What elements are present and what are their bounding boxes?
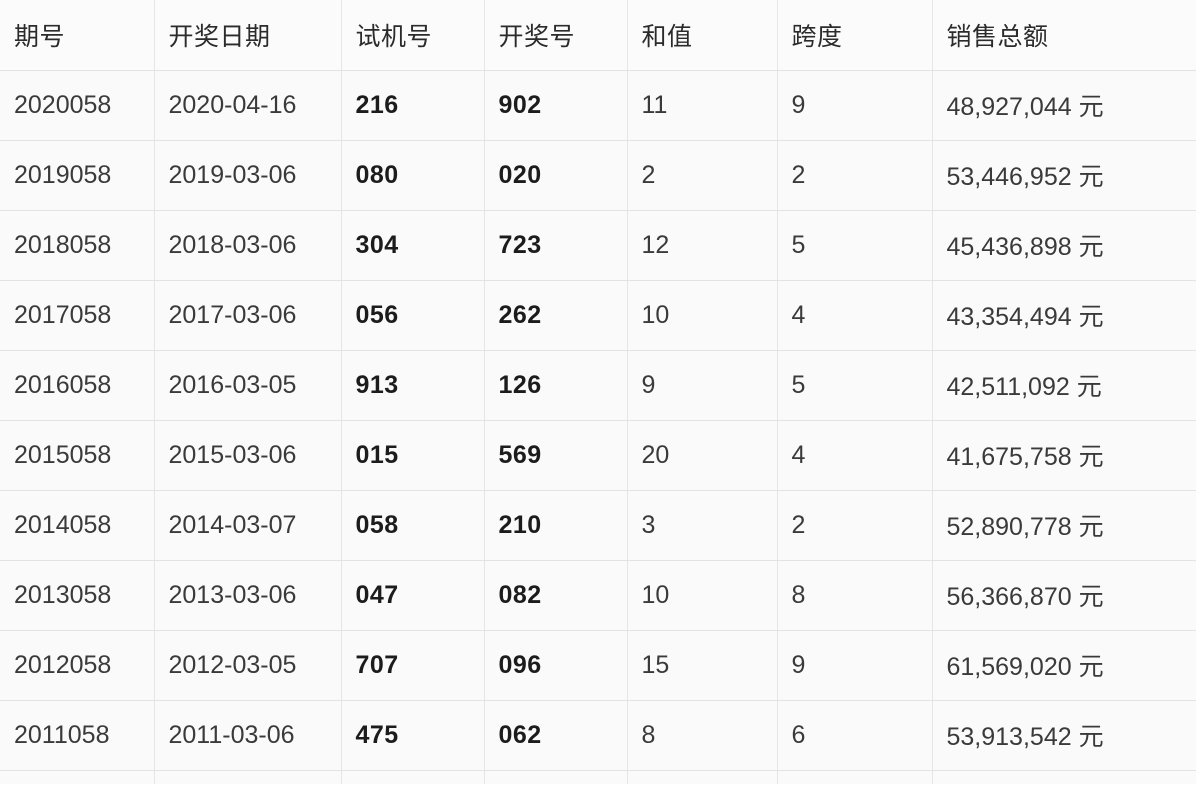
cell-test: 475	[341, 700, 485, 771]
table-row-partial-clipped[interactable]	[0, 770, 1196, 784]
cell-draw: 262	[484, 280, 628, 351]
cell-sum: 10	[627, 280, 778, 351]
cell-sum: 12	[627, 210, 778, 281]
cell-draw: 062	[484, 700, 628, 771]
cell-issue: 2015058	[0, 420, 155, 491]
cell-sales: 61,569,020 元	[932, 630, 1196, 701]
cell-date: 2020-04-16	[154, 70, 342, 141]
cell-draw: 096	[484, 630, 628, 701]
table-header: 期号 开奖日期 试机号 开奖号 和值 跨度 销售总额	[0, 0, 1196, 71]
cell-issue: 2017058	[0, 280, 155, 351]
column-header-test[interactable]: 试机号	[341, 0, 485, 71]
cell-issue	[0, 770, 155, 784]
cell-test: 047	[341, 560, 485, 631]
cell-test: 304	[341, 210, 485, 281]
table-row[interactable]: 2011058 2011-03-06 475 062 8 6 53,913,54…	[0, 700, 1196, 771]
table-row[interactable]: 2019058 2019-03-06 080 020 2 2 53,446,95…	[0, 140, 1196, 211]
cell-date: 2013-03-06	[154, 560, 342, 631]
cell-span	[777, 770, 933, 784]
cell-sum: 9	[627, 350, 778, 421]
cell-span: 2	[777, 140, 933, 211]
cell-date: 2017-03-06	[154, 280, 342, 351]
cell-draw: 569	[484, 420, 628, 491]
column-header-sales[interactable]: 销售总额	[932, 0, 1196, 71]
cell-test: 913	[341, 350, 485, 421]
cell-draw: 126	[484, 350, 628, 421]
cell-issue: 2013058	[0, 560, 155, 631]
cell-sum: 8	[627, 700, 778, 771]
column-header-date[interactable]: 开奖日期	[154, 0, 342, 71]
cell-sales: 42,511,092 元	[932, 350, 1196, 421]
cell-span: 5	[777, 210, 933, 281]
cell-issue: 2012058	[0, 630, 155, 701]
column-header-span[interactable]: 跨度	[777, 0, 933, 71]
cell-date: 2016-03-05	[154, 350, 342, 421]
cell-date: 2015-03-06	[154, 420, 342, 491]
column-header-draw[interactable]: 开奖号	[484, 0, 628, 71]
cell-sales: 41,675,758 元	[932, 420, 1196, 491]
cell-span: 9	[777, 630, 933, 701]
cell-issue: 2018058	[0, 210, 155, 281]
cell-span: 2	[777, 490, 933, 561]
column-header-sum[interactable]: 和值	[627, 0, 778, 71]
cell-span: 9	[777, 70, 933, 141]
cell-test: 015	[341, 420, 485, 491]
cell-span: 5	[777, 350, 933, 421]
cell-sum: 2	[627, 140, 778, 211]
table-row[interactable]: 2016058 2016-03-05 913 126 9 5 42,511,09…	[0, 350, 1196, 421]
cell-sum	[627, 770, 778, 784]
table-row[interactable]: 2013058 2013-03-06 047 082 10 8 56,366,8…	[0, 560, 1196, 631]
lottery-draw-history-table: 期号 开奖日期 试机号 开奖号 和值 跨度 销售总额 2020058 2020-…	[0, 0, 1196, 784]
table-header-row: 期号 开奖日期 试机号 开奖号 和值 跨度 销售总额	[0, 0, 1196, 71]
table-row[interactable]: 2020058 2020-04-16 216 902 11 9 48,927,0…	[0, 70, 1196, 141]
cell-test: 216	[341, 70, 485, 141]
cell-draw: 210	[484, 490, 628, 561]
cell-date: 2014-03-07	[154, 490, 342, 561]
cell-draw	[484, 770, 628, 784]
cell-issue: 2019058	[0, 140, 155, 211]
cell-sales	[932, 770, 1196, 784]
cell-issue: 2020058	[0, 70, 155, 141]
cell-sales: 56,366,870 元	[932, 560, 1196, 631]
cell-sum: 20	[627, 420, 778, 491]
cell-test: 056	[341, 280, 485, 351]
cell-span: 4	[777, 420, 933, 491]
table-row[interactable]: 2017058 2017-03-06 056 262 10 4 43,354,4…	[0, 280, 1196, 351]
cell-sum: 10	[627, 560, 778, 631]
cell-sales: 52,890,778 元	[932, 490, 1196, 561]
table-row[interactable]: 2012058 2012-03-05 707 096 15 9 61,569,0…	[0, 630, 1196, 701]
cell-date: 2012-03-05	[154, 630, 342, 701]
cell-draw: 020	[484, 140, 628, 211]
cell-sum: 15	[627, 630, 778, 701]
cell-test: 080	[341, 140, 485, 211]
cell-issue: 2016058	[0, 350, 155, 421]
cell-test: 058	[341, 490, 485, 561]
cell-sales: 53,913,542 元	[932, 700, 1196, 771]
cell-date: 2018-03-06	[154, 210, 342, 281]
cell-span: 6	[777, 700, 933, 771]
cell-draw: 723	[484, 210, 628, 281]
cell-date: 2019-03-06	[154, 140, 342, 211]
cell-draw: 902	[484, 70, 628, 141]
cell-draw: 082	[484, 560, 628, 631]
cell-test: 707	[341, 630, 485, 701]
cell-sales: 45,436,898 元	[932, 210, 1196, 281]
table-row[interactable]: 2018058 2018-03-06 304 723 12 5 45,436,8…	[0, 210, 1196, 281]
cell-span: 8	[777, 560, 933, 631]
table-row[interactable]: 2015058 2015-03-06 015 569 20 4 41,675,7…	[0, 420, 1196, 491]
cell-issue: 2014058	[0, 490, 155, 561]
cell-sum: 11	[627, 70, 778, 141]
column-header-issue[interactable]: 期号	[0, 0, 155, 71]
cell-sales: 43,354,494 元	[932, 280, 1196, 351]
cell-sales: 53,446,952 元	[932, 140, 1196, 211]
cell-sum: 3	[627, 490, 778, 561]
table-body: 2020058 2020-04-16 216 902 11 9 48,927,0…	[0, 70, 1196, 784]
table-row[interactable]: 2014058 2014-03-07 058 210 3 2 52,890,77…	[0, 490, 1196, 561]
cell-test	[341, 770, 485, 784]
cell-sales: 48,927,044 元	[932, 70, 1196, 141]
cell-date	[154, 770, 342, 784]
cell-issue: 2011058	[0, 700, 155, 771]
cell-date: 2011-03-06	[154, 700, 342, 771]
cell-span: 4	[777, 280, 933, 351]
